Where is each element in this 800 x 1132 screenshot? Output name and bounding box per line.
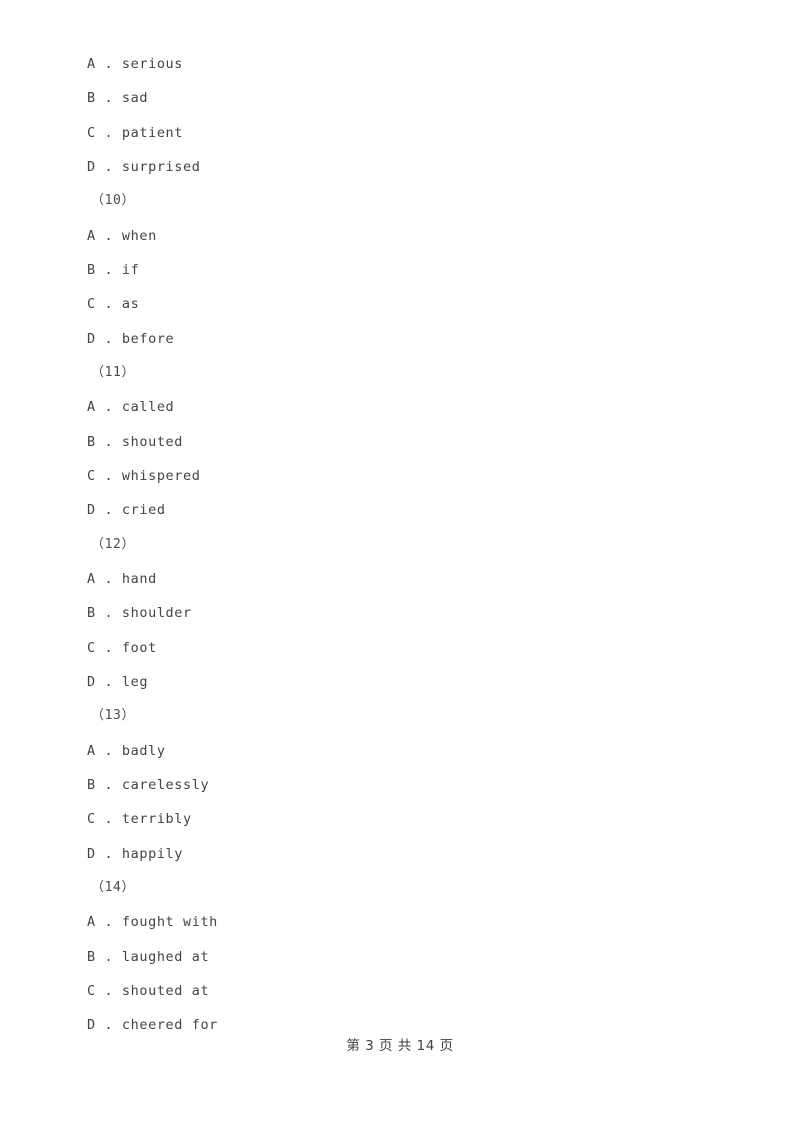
answer-option: B . if	[87, 261, 140, 278]
answer-option: A . when	[87, 227, 157, 244]
answer-option: C . as	[87, 296, 140, 313]
answer-option: A . fought with	[87, 914, 218, 931]
answer-option: D . happily	[87, 845, 184, 862]
answer-option: B . carelessly	[87, 776, 210, 793]
question-number: （12）	[91, 536, 136, 552]
answer-option: B . shoulder	[87, 605, 192, 622]
answer-option: D . before	[87, 330, 175, 347]
answer-option: A . badly	[87, 742, 166, 759]
answer-option: C . patient	[87, 124, 184, 141]
answer-option: C . shouted at	[87, 982, 210, 999]
answer-option: C . foot	[87, 639, 157, 656]
question-number: （14）	[91, 879, 136, 895]
page-footer: 第 3 页 共 14 页	[346, 1038, 454, 1054]
answer-option: A . called	[87, 399, 175, 416]
question-number: （11）	[91, 364, 136, 380]
answer-option: B . shouted	[87, 433, 184, 450]
document-page: A . serious B . sad C . patient D . surpris…	[0, 0, 800, 1132]
answer-option: B . laughed at	[87, 948, 210, 965]
question-number: （10）	[91, 193, 136, 209]
answer-option: B . sad	[87, 90, 149, 107]
answer-option: D . leg	[87, 673, 149, 690]
answer-option: A . hand	[87, 570, 157, 587]
answer-option: D . surprised	[87, 158, 201, 175]
answer-option: C . whispered	[87, 467, 201, 484]
question-number: （13）	[91, 708, 136, 724]
question-options-list: A . serious B . sad C . patient D . surpris…	[87, 47, 687, 1043]
answer-option: A . serious	[87, 56, 184, 72]
answer-option: C . terribly	[87, 811, 192, 828]
answer-option: D . cried	[87, 502, 166, 519]
